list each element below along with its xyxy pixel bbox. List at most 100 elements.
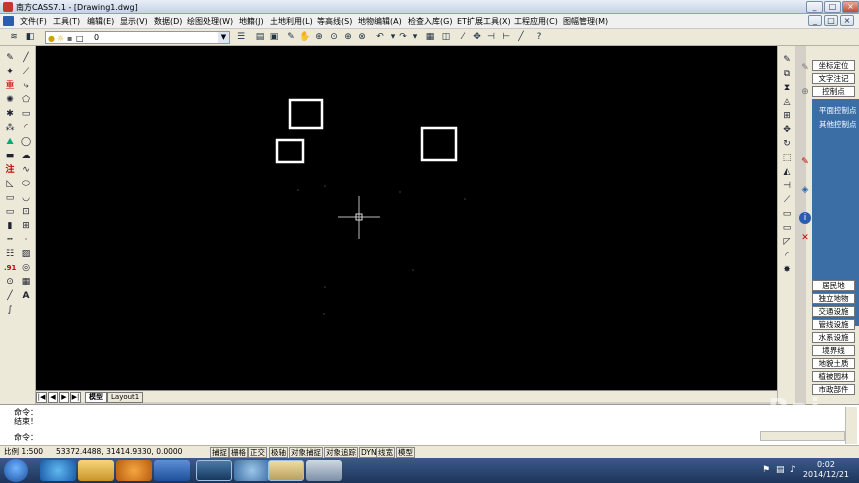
extend-tool-icon[interactable]: ⟋ bbox=[781, 194, 793, 206]
design-center-icon[interactable]: ◫ bbox=[440, 31, 452, 43]
annotation-icon[interactable]: 注 bbox=[4, 164, 16, 176]
zoom-window-icon[interactable]: ⊙ bbox=[328, 31, 340, 43]
lineweight-toggle[interactable]: 线宽 bbox=[376, 447, 395, 458]
menu-drawing-process[interactable]: 绘图处理(W) bbox=[187, 16, 233, 27]
erase-icon[interactable]: ✎ bbox=[781, 54, 793, 66]
trim-icon[interactable]: ⊣ bbox=[485, 31, 497, 43]
grid-toggle[interactable]: 栅格 bbox=[229, 447, 248, 458]
pencil-icon[interactable]: ✎ bbox=[285, 31, 297, 43]
document-icon[interactable] bbox=[3, 16, 14, 26]
menu-edit[interactable]: 编辑(E) bbox=[87, 16, 114, 27]
menu-view[interactable]: 显示(V) bbox=[120, 16, 148, 27]
drawn-rectangle-2[interactable] bbox=[275, 138, 305, 164]
control-point-button[interactable]: 控制点 bbox=[812, 86, 855, 97]
tool-icon-14[interactable]: ☷ bbox=[4, 248, 16, 260]
ellipse-arc-icon[interactable]: ◡ bbox=[20, 192, 32, 204]
rectangle-icon[interactable]: ▭ bbox=[20, 108, 32, 120]
vegetation-garden-button[interactable]: 植被园林 bbox=[812, 371, 855, 382]
layer-select[interactable]: ● ☼ ▪ □ 0 ▼ bbox=[45, 31, 230, 44]
folder-icon[interactable] bbox=[78, 460, 114, 481]
undo-icon[interactable]: ↶ bbox=[374, 31, 386, 43]
drawn-rectangle-3[interactable] bbox=[420, 126, 458, 162]
menu-contour[interactable]: 等高线(S) bbox=[317, 16, 352, 27]
model-toggle[interactable]: 模型 bbox=[396, 447, 415, 458]
tab-layout1[interactable]: Layout1 bbox=[107, 392, 144, 403]
spline-icon[interactable]: ∿ bbox=[20, 164, 32, 176]
redo-dropdown-icon[interactable]: ▾ bbox=[409, 31, 421, 43]
tab-first-icon[interactable]: |◀ bbox=[36, 392, 47, 403]
hatch-icon[interactable]: ▨ bbox=[20, 248, 32, 260]
panel-tool-icon-2[interactable]: ⊕ bbox=[799, 86, 811, 98]
panel-tool-icon-1[interactable]: ✎ bbox=[799, 62, 811, 74]
water-facility-button[interactable]: 水系设施 bbox=[812, 332, 855, 343]
command-hscrollbar[interactable] bbox=[760, 431, 845, 441]
close-button[interactable]: × bbox=[842, 1, 859, 13]
tab-prev-icon[interactable]: ◀ bbox=[48, 392, 58, 403]
region-icon[interactable]: ◎ bbox=[20, 262, 32, 274]
tray-network-icon[interactable]: ▤ bbox=[776, 465, 785, 475]
offset-icon[interactable]: ◬ bbox=[781, 96, 793, 108]
line-icon[interactable]: ╱ bbox=[20, 52, 32, 64]
drawing-area[interactable] bbox=[36, 46, 777, 390]
snap-toggle[interactable]: 捕捉 bbox=[210, 447, 229, 458]
tool-icon-6[interactable]: ⁂ bbox=[4, 122, 16, 134]
point-icon[interactable]: · bbox=[20, 234, 32, 246]
extend-icon[interactable]: ⊢ bbox=[500, 31, 512, 43]
tool-icon-1[interactable]: ✎ bbox=[4, 52, 16, 64]
properties-icon[interactable]: ▦ bbox=[424, 31, 436, 43]
pan-icon[interactable]: ✋ bbox=[299, 31, 311, 43]
tool-icon-10[interactable]: ▭ bbox=[4, 192, 16, 204]
break-icon[interactable]: ╱ bbox=[515, 31, 527, 43]
pipeline-facility-button[interactable]: 管线设施 bbox=[812, 319, 855, 330]
open-icon[interactable]: ▤ bbox=[254, 31, 266, 43]
table-icon[interactable]: ▦ bbox=[20, 276, 32, 288]
doc-close-button[interactable]: × bbox=[840, 15, 854, 26]
join-icon[interactable]: ▭ bbox=[781, 222, 793, 234]
mirror-icon[interactable]: ⧗ bbox=[781, 82, 793, 94]
doc-restore-button[interactable]: □ bbox=[824, 15, 838, 26]
polar-toggle[interactable]: 极轴 bbox=[269, 447, 288, 458]
tool-icon-4[interactable]: ✺ bbox=[4, 94, 16, 106]
menu-cadastre[interactable]: 地籍(J) bbox=[239, 16, 264, 27]
scale-icon[interactable]: ⬚ bbox=[781, 152, 793, 164]
windows-start-icon[interactable] bbox=[4, 459, 28, 482]
ellipse-icon[interactable]: ⬭ bbox=[20, 178, 32, 190]
paint-icon[interactable] bbox=[234, 460, 270, 481]
menu-file[interactable]: 文件(F) bbox=[20, 16, 47, 27]
polygon-icon[interactable]: ⬠ bbox=[20, 94, 32, 106]
tool-icon-7[interactable]: ⛰ bbox=[4, 136, 16, 148]
zoom-in-icon[interactable]: ⊕ bbox=[342, 31, 354, 43]
maximize-button[interactable]: □ bbox=[824, 1, 841, 13]
ie-icon[interactable] bbox=[40, 460, 76, 481]
rotate-icon[interactable]: ↻ bbox=[781, 138, 793, 150]
traffic-facility-button[interactable]: 交通设施 bbox=[812, 306, 855, 317]
explode-icon[interactable]: ✸ bbox=[781, 264, 793, 276]
polyline-icon[interactable]: ⤷ bbox=[20, 80, 32, 92]
panel-tool-icon-4[interactable]: ◈ bbox=[799, 184, 811, 196]
cass-icon[interactable] bbox=[196, 460, 232, 481]
tray-flag-icon[interactable]: ⚑ bbox=[762, 465, 770, 475]
residential-button[interactable]: 居民地 bbox=[812, 280, 855, 291]
move-icon[interactable]: ✥ bbox=[471, 31, 483, 43]
trim-tool-icon[interactable]: ⊣ bbox=[781, 180, 793, 192]
menu-feature-edit[interactable]: 地物编辑(A) bbox=[358, 16, 402, 27]
clock[interactable]: 0:02 2014/12/21 bbox=[803, 460, 849, 480]
insert-block-icon[interactable]: ⊡ bbox=[20, 206, 32, 218]
list-item-plane-control[interactable]: 平面控制点 bbox=[819, 105, 857, 116]
ortho-toggle[interactable]: 正交 bbox=[248, 447, 267, 458]
menu-land-use[interactable]: 土地利用(L) bbox=[270, 16, 313, 27]
tool-icon-11[interactable]: ▭ bbox=[4, 206, 16, 218]
chevron-down-icon[interactable]: ▼ bbox=[218, 32, 229, 43]
photo-viewer-icon[interactable] bbox=[268, 460, 304, 481]
boundary-line-button[interactable]: 境界线 bbox=[812, 345, 855, 356]
list-item-other-control[interactable]: 其他控制点 bbox=[819, 119, 857, 130]
make-block-icon[interactable]: ⊞ bbox=[20, 220, 32, 232]
layer-previous-icon[interactable]: ☰ bbox=[235, 31, 247, 43]
help-icon[interactable]: ? bbox=[533, 31, 545, 43]
menu-et-tools[interactable]: ET扩展工具(X) bbox=[457, 16, 511, 27]
command-scrollbar[interactable] bbox=[845, 407, 857, 444]
layer-manager-icon[interactable]: ≋ bbox=[8, 31, 20, 43]
redo-icon[interactable]: ↷ bbox=[397, 31, 409, 43]
chamfer-icon[interactable]: ◸ bbox=[781, 236, 793, 248]
delete-icon[interactable]: ✕ bbox=[799, 232, 811, 244]
